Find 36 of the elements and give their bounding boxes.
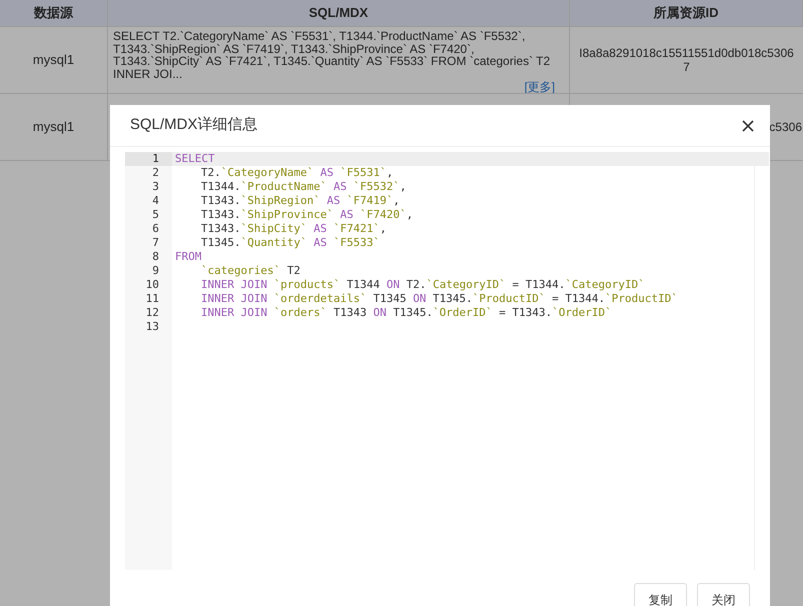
column-header: 所属资源ID [570,0,803,26]
code-line: `categories` T2 [200,264,302,278]
close-icon[interactable] [742,120,754,132]
code-line: T1344.`ProductName` AS `F5532`, [200,180,408,194]
resource-id: c5306 [769,120,802,134]
line-number: 5 [151,208,160,222]
line-number: 10 [144,278,160,292]
line-number: 4 [151,194,160,208]
code-line: T1343.`ShipRegion` AS `F7419`, [200,194,401,208]
line-number: 1 [125,152,172,166]
line-number: 9 [151,264,160,278]
column-header: 数据源 [0,0,108,26]
line-number: 8 [151,250,160,264]
code-line: INNER JOIN `products` T1344 ON T2.`CategoryID` = T1344.`CategoryID` [200,278,646,292]
line-number: 6 [151,222,160,236]
code-line: INNER JOIN `orders` T1343 ON T1345.`OrderID` = T1343.`OrderID` [200,306,613,320]
line-number: 13 [144,320,160,334]
table-cell: mysql1 [0,94,108,160]
line-number: 11 [144,292,160,306]
table-cell: mysql1 [0,27,108,93]
dialog-button[interactable]: 复制 [634,583,687,606]
line-number: 2 [151,166,160,180]
code-line: FROM [174,250,202,264]
code-line: T1345.`Quantity` AS `F5533` [200,236,381,250]
line-number: 3 [151,180,160,194]
resource-id: I8a8a8291018c15511551d0db018c53067 [578,46,795,74]
code-line: T1343.`ShipCity` AS `F7421`, [200,222,388,236]
code-line: INNER JOIN `orderdetails` T1345 ON T1345.`ProductID` = T1344.`ProductID` [200,292,679,306]
dialog-title: SQL/MDX详细信息 [130,115,258,136]
dialog-button[interactable]: 关闭 [697,583,750,606]
line-number: 12 [144,306,160,320]
code-line: T1343.`ShipProvince` AS `F7420`, [200,208,414,222]
column-header: SQL/MDX [108,0,570,26]
sql-text: SELECT T2.`CategoryName` AS `F5531`, T1344.`ProductName` AS `F5532`, T1343.`ShipRegion` AS `F7419`, T1343.`ShipProvince` AS `F7420`, T1343.`ShipCity` AS `F7421`, T1345.`Quantity` AS `F5533` FROM `categories` T2 INNER JOI... [113,30,552,80]
code-line: T2.`CategoryName` AS `F5531`, [200,166,394,180]
line-number: 7 [151,236,160,250]
